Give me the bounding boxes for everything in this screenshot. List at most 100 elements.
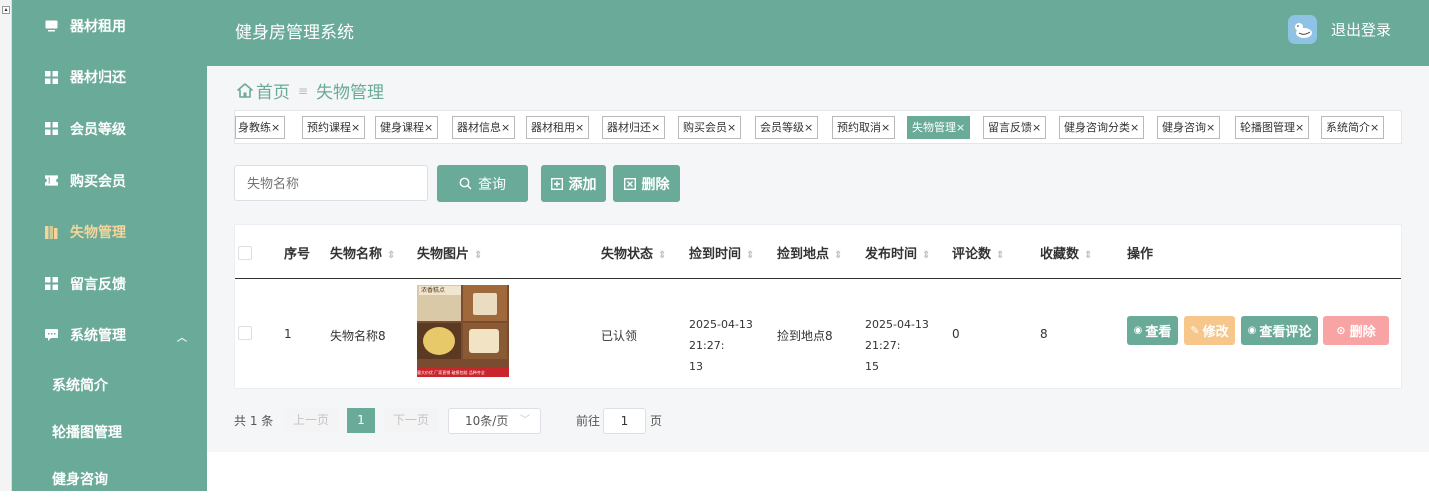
col-publish-time[interactable]: 发布时间 ⇕ — [865, 243, 930, 262]
breadcrumb-separator: ≡ — [298, 83, 309, 98]
tab-book-course[interactable]: 预约课程× — [302, 116, 366, 139]
close-icon[interactable]: × — [881, 121, 890, 134]
close-icon[interactable]: × — [271, 121, 280, 134]
select-all-checkbox[interactable] — [238, 246, 252, 260]
close-icon[interactable]: × — [1370, 121, 1379, 134]
tab-lost-items[interactable]: 失物管理× — [907, 116, 971, 139]
col-image[interactable]: 失物图片 ⇕ — [417, 243, 482, 262]
avatar[interactable] — [1288, 15, 1317, 44]
sort-icon[interactable]: ⇕ — [834, 250, 842, 261]
sort-icon[interactable]: ⇕ — [922, 250, 930, 261]
goto-page-input[interactable]: 1 — [603, 408, 646, 434]
sort-icon[interactable]: ⇕ — [474, 250, 482, 261]
view-button[interactable]: ◉ 查看 — [1127, 316, 1178, 345]
col-found-place[interactable]: 捡到地点 ⇕ — [777, 243, 842, 262]
view-comments-button[interactable]: ◉ 查看评论 — [1241, 316, 1318, 345]
tab-fitness-consult[interactable]: 健身咨询× — [1157, 116, 1221, 139]
sidebar-item-feedback[interactable]: 留言反馈 — [12, 258, 207, 310]
sidebar-item-member-level[interactable]: 会员等级 — [12, 103, 207, 155]
sort-icon[interactable]: ⇕ — [996, 250, 1004, 261]
window-scrollbar[interactable]: ▴ — [0, 0, 12, 491]
book-icon — [45, 225, 58, 239]
tab-system-intro[interactable]: 系统简介× — [1321, 116, 1385, 139]
batch-delete-button[interactable]: 删除 — [613, 165, 680, 202]
add-button[interactable]: 添加 — [541, 165, 606, 202]
main-content: 首页 ≡ 失物管理 身教练× 预约课程× 健身课程× 器材信息× 器材租用× 器… — [207, 66, 1429, 452]
breadcrumb-home[interactable]: 首页 — [256, 78, 290, 103]
tab-consult-category[interactable]: 健身咨询分类× — [1059, 116, 1145, 139]
item-image[interactable]: 浓香糕点 量大价优 厂家直销 破损包赔 品种齐全 — [417, 285, 509, 377]
tab-feedback[interactable]: 留言反馈× — [983, 116, 1047, 139]
close-icon[interactable]: × — [1206, 121, 1215, 134]
sidebar-item-equipment-rental[interactable]: 器材租用 — [12, 0, 207, 52]
col-favorites[interactable]: 收藏数 ⇕ — [1040, 243, 1092, 262]
sidebar-item-label: 器材归还 — [70, 70, 126, 87]
page-number-current[interactable]: 1 — [347, 408, 375, 433]
pagination: 共 1 条 上一页 1 下一页 10条/页 ﹀ 前往 1 页 — [234, 406, 934, 436]
sidebar-item-lost-items[interactable]: 失物管理 — [12, 206, 207, 258]
sidebar-subitem-system-intro[interactable]: 系统简介 — [12, 361, 207, 408]
next-page-button[interactable]: 下一页 — [384, 408, 438, 433]
tab-equipment-rental[interactable]: 器材租用× — [526, 116, 590, 139]
tab-member-level[interactable]: 会员等级× — [755, 116, 819, 139]
top-bar: 健身房管理系统 退出登录 — [207, 0, 1429, 66]
home-icon[interactable] — [237, 83, 253, 98]
close-icon[interactable]: × — [575, 121, 584, 134]
tab-fitness-course[interactable]: 健身课程× — [375, 116, 439, 139]
page-size-select[interactable]: 10条/页 ﹀ — [448, 408, 541, 434]
tags-bar: 身教练× 预约课程× 健身课程× 器材信息× 器材租用× 器材归还× 购买会员×… — [234, 110, 1402, 144]
col-name[interactable]: 失物名称 ⇕ — [330, 243, 395, 262]
search-input[interactable] — [234, 165, 428, 201]
col-comments[interactable]: 评论数 ⇕ — [952, 243, 1004, 262]
sidebar-item-equipment-return[interactable]: 器材归还 — [12, 52, 207, 104]
chevron-down-icon: ﹀ — [520, 415, 530, 426]
sort-icon[interactable]: ⇕ — [746, 250, 754, 261]
close-icon[interactable]: × — [1032, 121, 1041, 134]
tab-buy-membership[interactable]: 购买会员× — [678, 116, 742, 139]
logout-link[interactable]: 退出登录 — [1331, 19, 1391, 40]
search-button[interactable]: 查询 — [437, 165, 528, 202]
close-icon[interactable]: × — [1295, 121, 1304, 134]
duck-icon — [1291, 22, 1312, 38]
close-icon[interactable]: × — [1130, 121, 1139, 134]
sidebar-item-label: 器材租用 — [70, 18, 126, 35]
tab-carousel[interactable]: 轮播图管理× — [1235, 116, 1310, 139]
breadcrumb: 首页 ≡ 失物管理 — [237, 78, 384, 103]
tab-cancel-booking[interactable]: 预约取消× — [832, 116, 896, 139]
ticket-icon — [45, 174, 58, 187]
sidebar-item-buy-membership[interactable]: 购买会员 — [12, 155, 207, 207]
tab-equipment-return[interactable]: 器材归还× — [602, 116, 666, 139]
edit-icon: ✎ — [1190, 324, 1200, 337]
close-icon[interactable]: × — [804, 121, 813, 134]
breadcrumb-current: 失物管理 — [316, 83, 385, 103]
eye-icon: ◉ — [1247, 325, 1257, 336]
tab-equipment-info[interactable]: 器材信息× — [452, 116, 516, 139]
close-icon[interactable]: × — [424, 121, 433, 134]
scroll-up-arrow-icon[interactable]: ▴ — [2, 6, 10, 14]
col-found-time[interactable]: 捡到时间 ⇕ — [689, 243, 754, 262]
delete-button[interactable]: ⊙ 删除 — [1323, 316, 1389, 345]
close-icon[interactable]: × — [956, 121, 965, 134]
sidebar-subitem-fitness-consult[interactable]: 健身咨询 — [12, 455, 207, 502]
page-suffix: 页 — [650, 414, 663, 428]
close-icon[interactable]: × — [501, 121, 510, 134]
col-status[interactable]: 失物状态 ⇕ — [601, 243, 666, 262]
sidebar-item-system-management[interactable]: 系统管理 ︿ — [12, 310, 207, 362]
cell-found-place: 捡到地点8 — [777, 329, 833, 343]
tab-coach[interactable]: 身教练× — [235, 116, 286, 139]
sort-icon[interactable]: ⇕ — [658, 250, 666, 261]
pagination-total: 共 1 条 — [234, 414, 274, 428]
row-checkbox[interactable] — [238, 326, 252, 340]
chevron-up-icon: ︿ — [177, 332, 187, 344]
sidebar-subitem-carousel[interactable]: 轮播图管理 — [12, 408, 207, 455]
close-icon[interactable]: × — [351, 121, 360, 134]
cell-index: 1 — [284, 327, 292, 341]
edit-button[interactable]: ✎ 修改 — [1184, 316, 1235, 345]
table-header: 序号 失物名称 ⇕ 失物图片 ⇕ 失物状态 ⇕ 捡到时间 ⇕ 捡到地点 ⇕ 发布时间 ⇕ 评… — [235, 225, 1401, 279]
cell-status: 已认领 — [601, 329, 638, 343]
sort-icon[interactable]: ⇕ — [387, 250, 395, 261]
sort-icon[interactable]: ⇕ — [1084, 250, 1092, 261]
prev-page-button[interactable]: 上一页 — [284, 408, 338, 433]
close-icon[interactable]: × — [651, 121, 660, 134]
close-icon[interactable]: × — [727, 121, 736, 134]
